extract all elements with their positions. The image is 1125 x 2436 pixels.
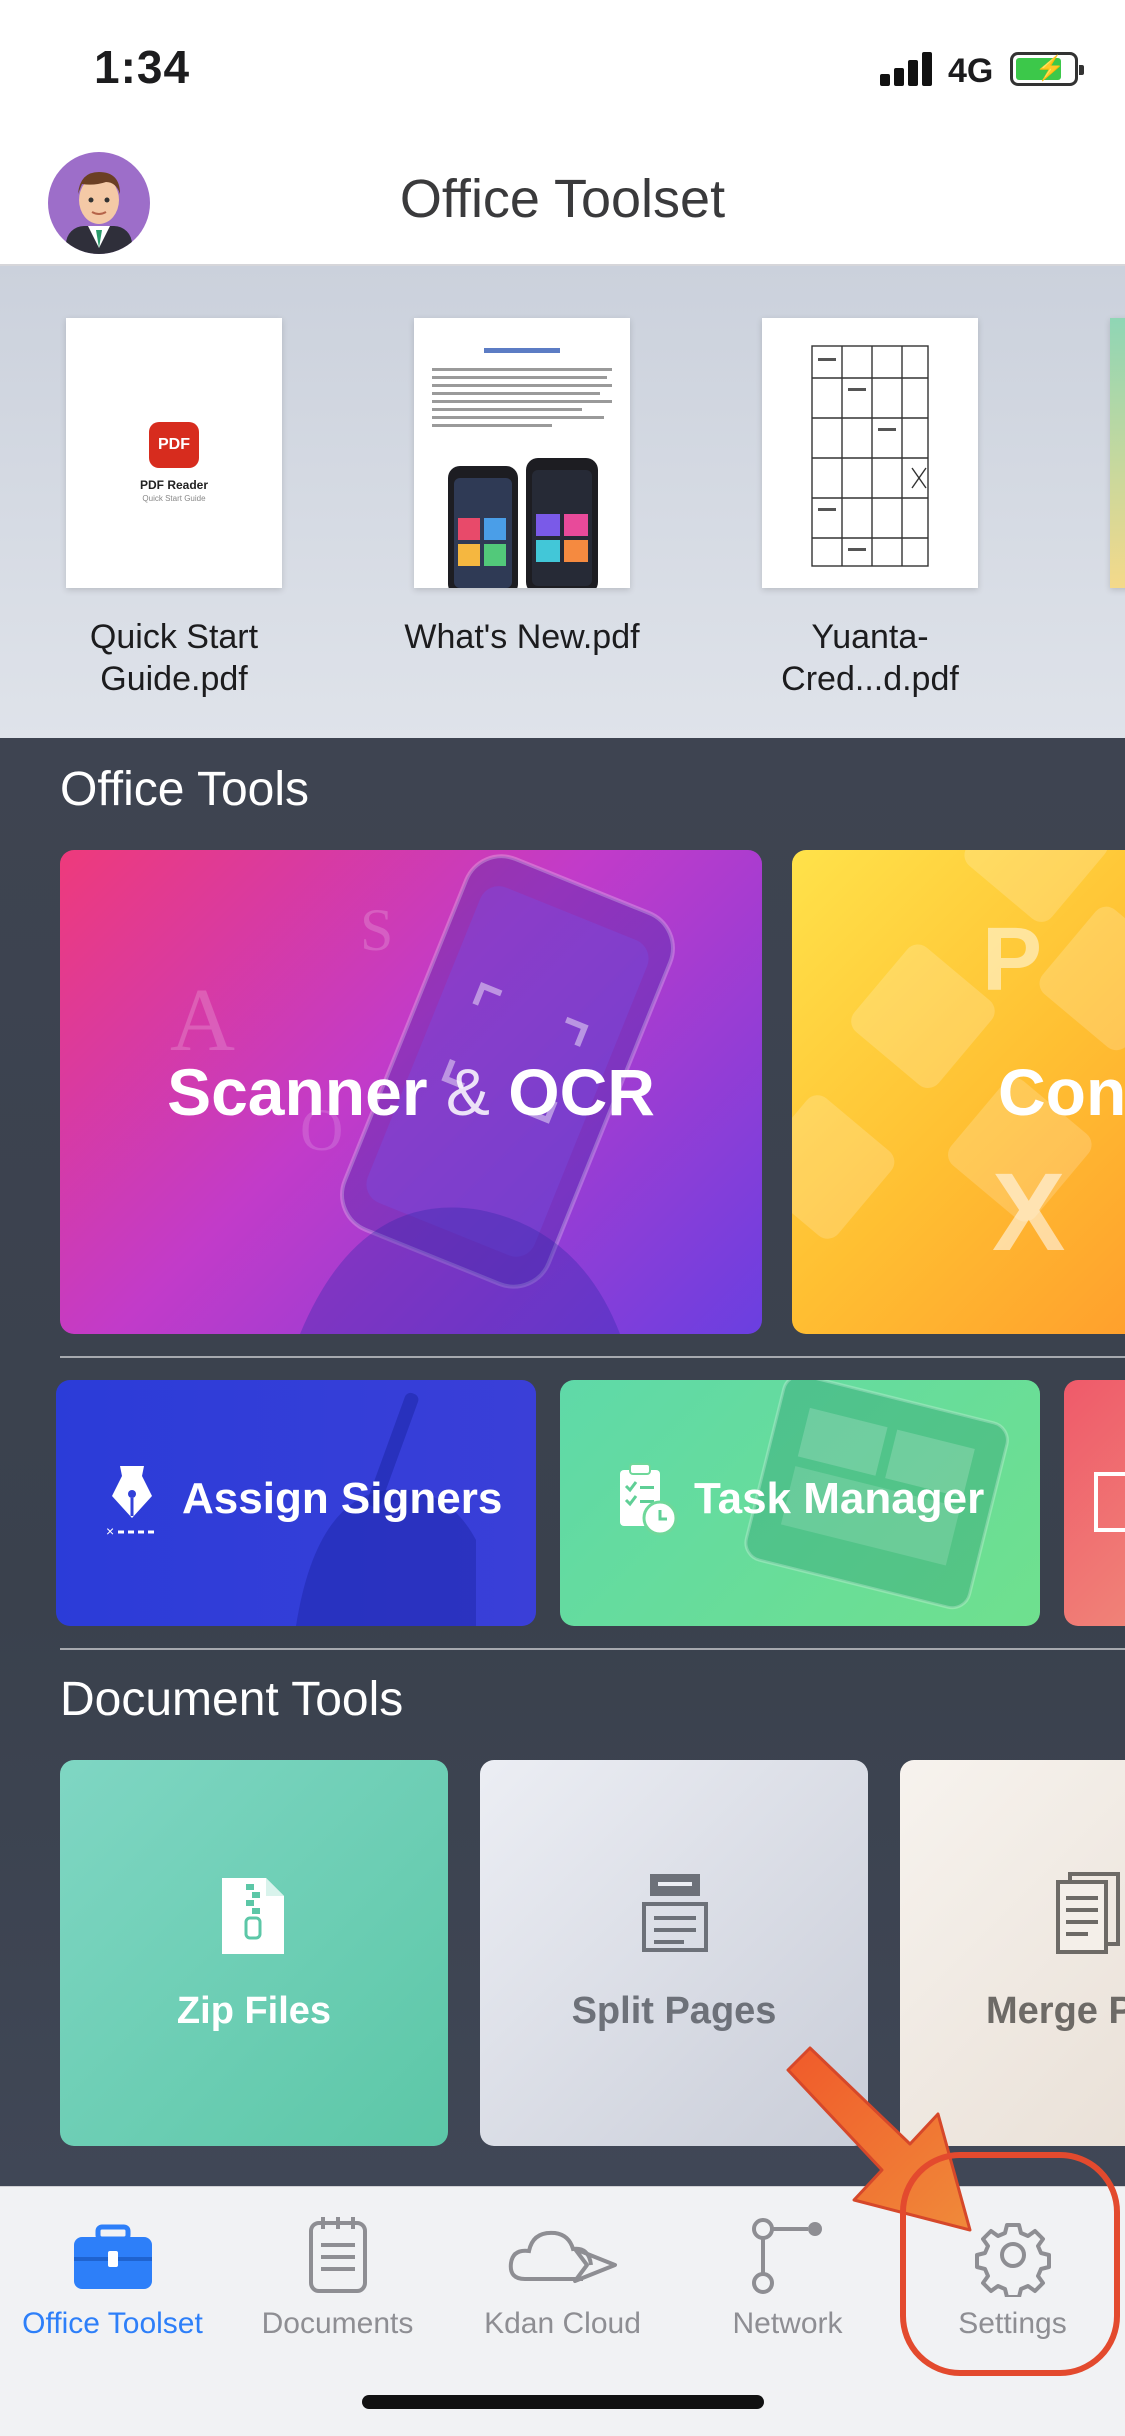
- tab-documents[interactable]: Documents: [225, 2213, 450, 2341]
- file-thumbnail[interactable]: PDF PDF Reader Quick Start Guide: [66, 318, 282, 588]
- divider: [60, 1356, 1125, 1358]
- file-name: Quick Start Guide.pdf: [89, 618, 259, 698]
- recent-file[interactable]: What's New.pdf: [404, 318, 640, 658]
- thumb-title: PDF Reader: [139, 478, 209, 492]
- split-pages-icon: [640, 1870, 710, 1954]
- tab-label: Kdan Cloud: [484, 2307, 641, 2340]
- cloud-icon: [508, 2230, 617, 2283]
- scan-frame-icon: [1094, 1472, 1125, 1532]
- assign-signers-label: Assign Signers: [182, 1474, 503, 1523]
- clipboard-clock-icon: [616, 1462, 678, 1538]
- pen-nib-icon: ×: [104, 1460, 160, 1540]
- page-title: Office Toolset: [399, 169, 726, 229]
- tools-area: Office Tools A S O Scanner & OCR P X Con…: [0, 738, 1125, 2186]
- divider: [60, 1648, 1125, 1650]
- scanner-ocr-label: Scanner & OCR: [167, 1055, 655, 1129]
- file-name: Yuanta-Cred...d.pdf: [781, 618, 959, 698]
- zip-files-card[interactable]: Zip Files: [60, 1760, 448, 2146]
- pdf-badge-icon: PDF: [149, 422, 199, 468]
- tab-label: Network: [732, 2307, 843, 2340]
- recent-file[interactable]: Yuanta-Cred...d.pdf: [762, 318, 978, 700]
- file-name: What's New.pdf: [404, 618, 640, 656]
- svg-text:×: ×: [106, 1523, 114, 1539]
- assign-signers-card[interactable]: × Assign Signers: [56, 1380, 536, 1626]
- signal-icon: [880, 52, 940, 86]
- merge-pages-icon: [1054, 1870, 1124, 1954]
- briefcase-icon: [73, 2224, 152, 2289]
- converter-card[interactable]: P X Con: [792, 850, 1125, 1334]
- tab-label: Documents: [261, 2307, 414, 2340]
- recent-files-strip[interactable]: PDF PDF Reader Quick Start Guide Quick S…: [0, 266, 1125, 738]
- svg-text:P: P: [982, 910, 1042, 1010]
- svg-text:X: X: [992, 1151, 1065, 1274]
- recent-file[interactable]: PDF PDF Reader Quick Start Guide Quick S…: [66, 318, 282, 700]
- status-time: 1:34: [94, 41, 191, 93]
- battery-icon: ⚡: [1010, 52, 1084, 86]
- section-title-document-tools: Document Tools: [60, 1673, 404, 1726]
- zip-files-label: Zip Files: [176, 1990, 332, 2032]
- annotation-highlight-circle: [900, 2152, 1120, 2376]
- file-thumbnail[interactable]: [414, 318, 630, 588]
- thumb-subtitle: Quick Start Guide: [142, 494, 206, 503]
- converter-label: Con: [998, 1055, 1125, 1129]
- tab-office-toolset[interactable]: Office Toolset: [0, 2213, 225, 2341]
- documents-icon: [308, 2217, 367, 2293]
- scanner-ocr-card[interactable]: A S O Scanner & OCR: [60, 850, 762, 1334]
- status-bar: 1:34 4G ⚡: [0, 0, 1125, 140]
- scan-partial-card[interactable]: [1064, 1380, 1125, 1626]
- svg-text:S: S: [360, 897, 393, 963]
- network-type: 4G: [948, 52, 994, 90]
- task-manager-label: Task Manager: [694, 1474, 985, 1523]
- form-preview-icon: [811, 345, 929, 567]
- zip-file-icon: [218, 1874, 288, 1958]
- home-indicator: [362, 2395, 764, 2409]
- file-thumbnail[interactable]: [1110, 318, 1125, 588]
- file-thumbnail[interactable]: [762, 318, 978, 588]
- tab-kdan-cloud[interactable]: Kdan Cloud: [450, 2213, 675, 2341]
- recent-file-partial[interactable]: [1110, 318, 1125, 588]
- app-header: Office Toolset: [0, 140, 1125, 266]
- split-pages-label: Split Pages: [571, 1990, 777, 2032]
- section-title-office-tools: Office Tools: [60, 763, 310, 816]
- tab-label: Office Toolset: [22, 2307, 203, 2340]
- merge-pages-label: Merge P: [986, 1990, 1125, 2032]
- document-preview-icon: [432, 348, 612, 588]
- task-manager-card[interactable]: Task Manager: [560, 1380, 1040, 1626]
